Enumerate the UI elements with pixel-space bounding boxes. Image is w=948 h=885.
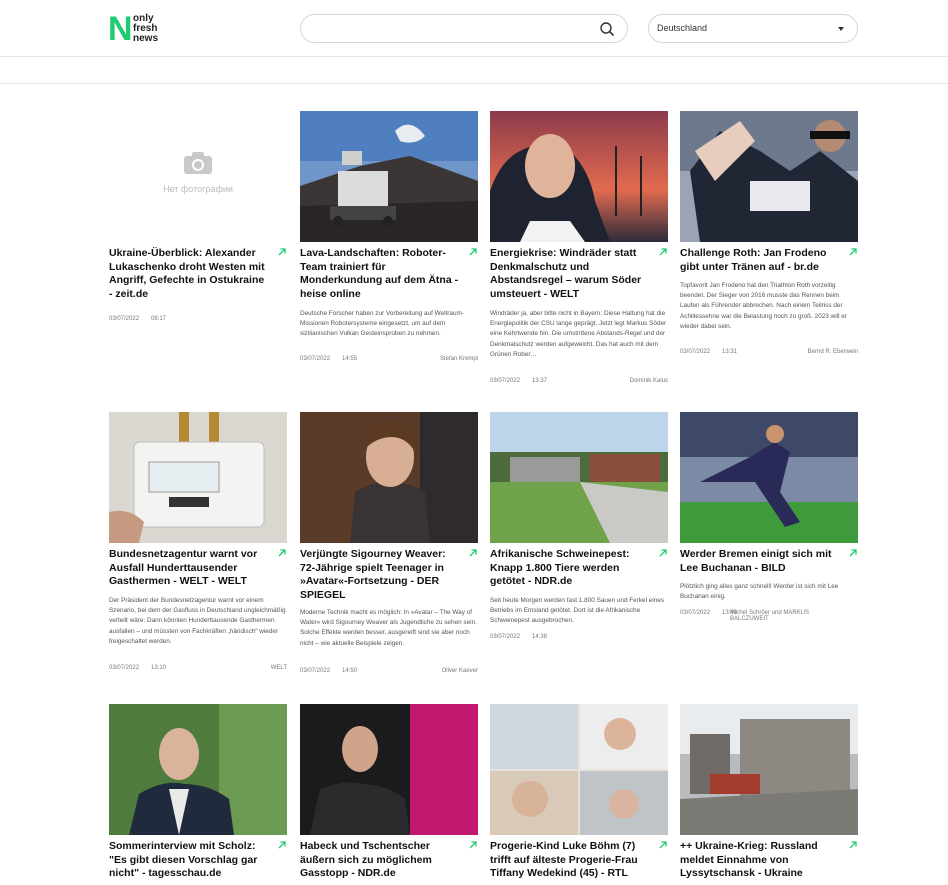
card-title[interactable]: Sommerinterview mit Scholz: "Es gibt die… — [109, 840, 269, 881]
card-title[interactable]: Energiekrise: Windräder statt Denkmalsch… — [490, 247, 650, 301]
no-photo-label: Нет фотографии — [163, 184, 233, 194]
card-image[interactable] — [300, 704, 478, 835]
external-link-icon[interactable] — [277, 840, 287, 850]
external-link-icon[interactable] — [277, 548, 287, 558]
card-time: 14:50 — [342, 668, 358, 674]
secondary-bar — [0, 57, 948, 84]
card-title[interactable]: Afrikanische Schweinepest: Knapp 1.800 T… — [490, 548, 650, 589]
card-title[interactable]: Verjüngte Sigourney Weaver: 72-Jährige s… — [300, 548, 460, 602]
card-date: 03/07/2022 — [109, 665, 140, 671]
search-box[interactable] — [300, 14, 628, 43]
card-image[interactable] — [300, 412, 478, 543]
card-author: Bernd R. Eberwein — [807, 349, 858, 355]
external-link-icon[interactable] — [658, 840, 668, 850]
card-image[interactable] — [109, 412, 287, 543]
card-time: 08:17 — [151, 316, 167, 322]
external-link-icon[interactable] — [848, 247, 858, 257]
card-author: WELT — [270, 665, 287, 671]
card-date: 03/07/2022 — [109, 316, 140, 322]
card-image[interactable] — [490, 111, 668, 242]
external-link-icon[interactable] — [848, 548, 858, 558]
card-date: 03/07/2022 — [680, 349, 711, 355]
card-image[interactable] — [680, 111, 858, 242]
card-title[interactable]: Habeck und Tschentscher äußern sich zu m… — [300, 840, 460, 881]
logo-text: only fresh news — [133, 13, 159, 44]
card-date: 03/07/2022 — [680, 610, 711, 616]
card-title[interactable]: Lava-Landschaften: Roboter-Team trainier… — [300, 247, 460, 301]
card-title[interactable]: Challenge Roth: Jan Frodeno gibt unter T… — [680, 247, 840, 274]
external-link-icon[interactable] — [468, 247, 478, 257]
card-description: Topfavorit Jan Frodeno hat den Triathlon… — [680, 282, 847, 330]
external-link-icon[interactable] — [658, 548, 668, 558]
site-logo[interactable]: N only fresh news — [108, 10, 168, 48]
card-description: Plötzlich ging alles ganz schnell! Werde… — [680, 583, 839, 601]
card-image[interactable] — [490, 412, 668, 543]
card-time: 13:31 — [722, 349, 738, 355]
card-author: Dominik Kalus — [629, 378, 668, 384]
card-title[interactable]: Progerie-Kind Luke Böhm (7) trifft auf ä… — [490, 840, 650, 881]
card-image[interactable] — [490, 704, 668, 835]
card-description: Seit heute Morgen werden fast 1.800 Saue… — [490, 597, 665, 625]
card-description: Moderne Technik macht es möglich: In »Av… — [300, 609, 477, 647]
card-image[interactable] — [680, 704, 858, 835]
top-bar: N only fresh news Deutschland — [0, 0, 948, 57]
card-description: Windräder ja, aber bitte nicht in Bayern… — [490, 310, 667, 358]
card-author: Michel Schröer und MARKUS BALCZUWEIT — [730, 610, 810, 622]
card-title[interactable]: Werder Bremen einigt sich mit Lee Buchan… — [680, 548, 840, 575]
card-image[interactable] — [300, 111, 478, 242]
card-time: 14:38 — [532, 634, 548, 640]
chevron-down-icon — [838, 27, 844, 31]
card-date: 03/07/2022 — [490, 634, 521, 640]
external-link-icon[interactable] — [277, 247, 287, 257]
card-date: 03/07/2022 — [300, 668, 331, 674]
card-date: 03/07/2022 — [490, 378, 521, 384]
card-description: Der Präsident der Bundesnetzagentur warn… — [109, 597, 286, 645]
logo-letter: N — [108, 10, 133, 48]
external-link-icon[interactable] — [468, 840, 478, 850]
search-input[interactable] — [313, 20, 593, 38]
search-icon[interactable] — [599, 21, 615, 37]
card-image[interactable] — [680, 412, 858, 543]
external-link-icon[interactable] — [848, 840, 858, 850]
country-value: Deutschland — [657, 23, 708, 33]
camera-icon — [184, 152, 212, 174]
external-link-icon[interactable] — [658, 247, 668, 257]
card-date: 03/07/2022 — [300, 356, 331, 362]
card-author: Oliver Kaever — [441, 668, 478, 674]
card-image[interactable] — [109, 704, 287, 835]
card-time: 14:55 — [342, 356, 358, 362]
country-select[interactable]: Deutschland — [648, 14, 858, 43]
card-description: Deutsche Forscher haben zur Vorbereitung… — [300, 310, 464, 338]
card-title[interactable]: Bundesnetzagentur warnt vor Ausfall Hund… — [109, 548, 269, 589]
card-time: 13:10 — [151, 665, 167, 671]
no-photo-placeholder: Нет фотографии — [109, 111, 287, 242]
card-title[interactable]: ++ Ukraine-Krieg: Russland meldet Einnah… — [680, 840, 840, 881]
card-author: Stefan Krempl — [439, 356, 478, 362]
card-title[interactable]: Ukraine-Überblick: Alexander Lukaschenko… — [109, 247, 269, 301]
external-link-icon[interactable] — [468, 548, 478, 558]
card-time: 13:37 — [532, 378, 548, 384]
